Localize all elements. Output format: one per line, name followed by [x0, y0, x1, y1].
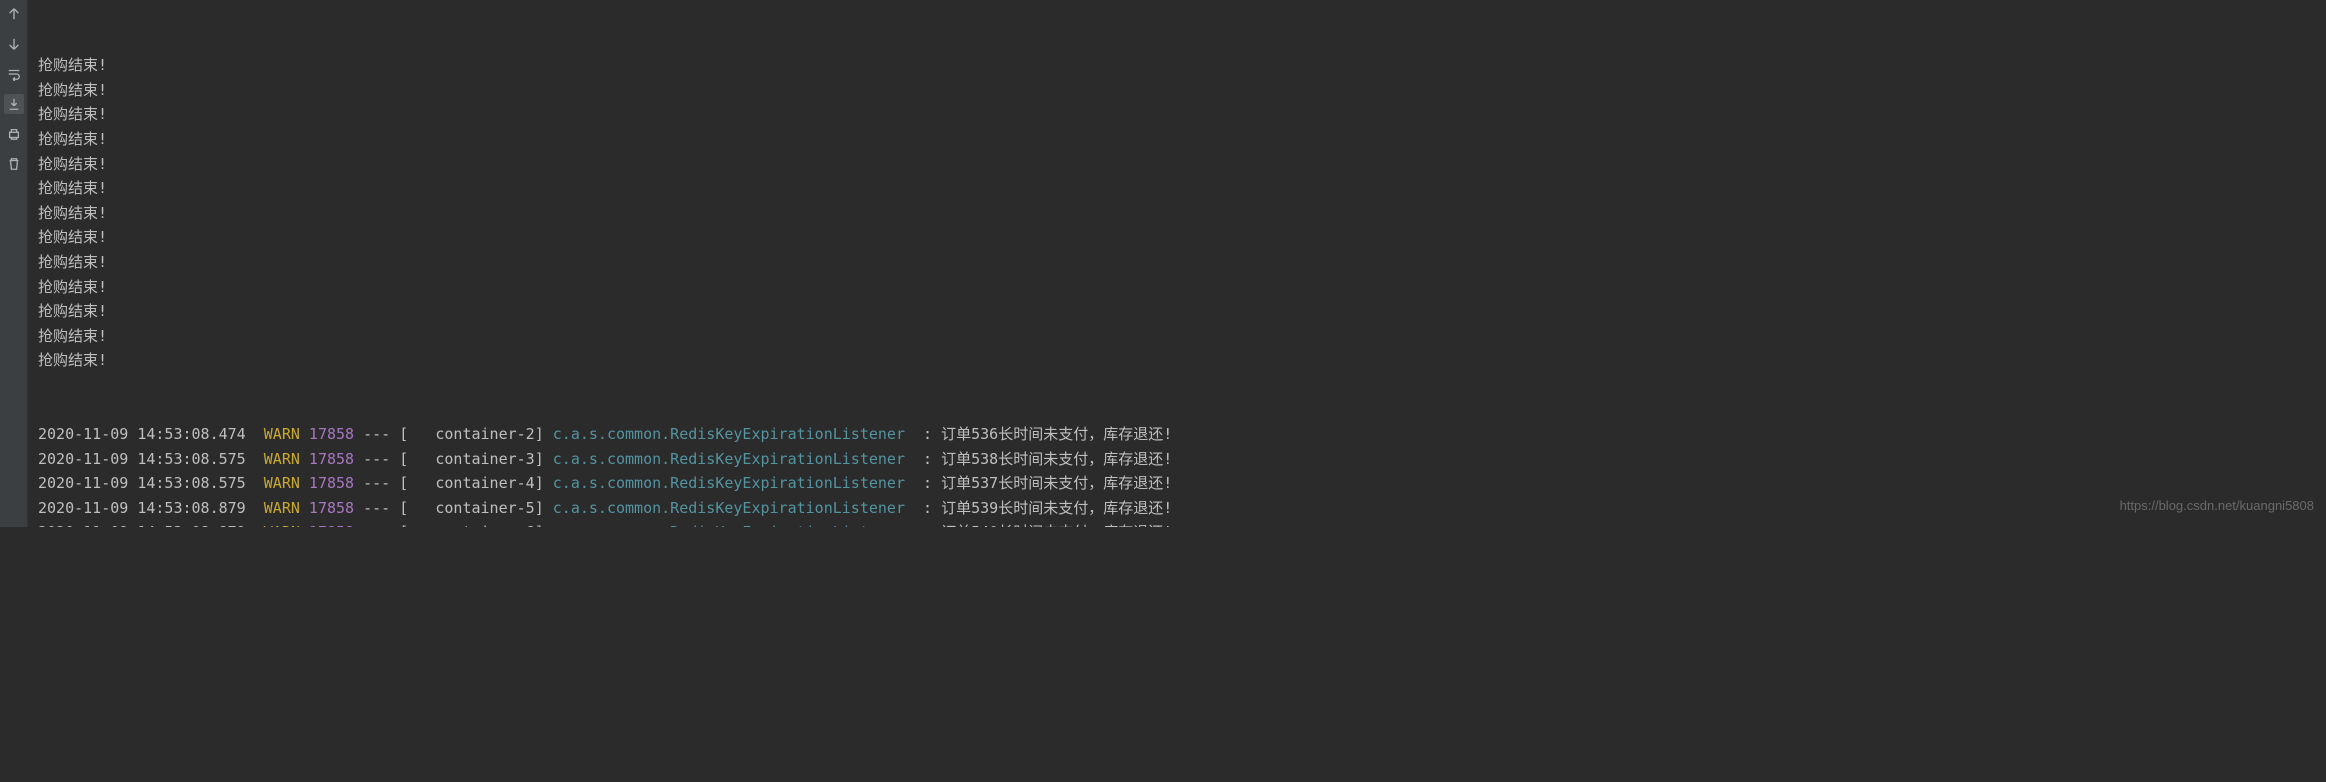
log-line: 抢购结束! — [38, 324, 2326, 349]
log-timestamp: 2020-11-09 14:53:08.575 — [38, 474, 264, 492]
log-timestamp: 2020-11-09 14:53:08.575 — [38, 450, 264, 468]
log-line: 抢购结束! — [38, 102, 2326, 127]
log-line: 抢购结束! — [38, 275, 2326, 300]
log-level: WARN — [264, 499, 300, 517]
log-thread: [ container-6] — [399, 523, 553, 527]
log-message: 订单537长时间未支付，库存退还! — [941, 474, 1172, 492]
log-line: 抢购结束! — [38, 78, 2326, 103]
log-pid: 17858 — [300, 425, 354, 443]
log-message: 订单539长时间未支付，库存退还! — [941, 499, 1172, 517]
log-line: 2020-11-09 14:53:08.879 WARN 17858 --- [… — [38, 520, 2326, 527]
log-pid: 17858 — [300, 499, 354, 517]
log-thread: [ container-2] — [399, 425, 553, 443]
trash-icon[interactable] — [4, 154, 24, 174]
log-timestamp: 2020-11-09 14:53:08.879 — [38, 523, 264, 527]
log-logger: c.a.s.common.RedisKeyExpirationListener — [553, 450, 905, 468]
arrow-down-icon[interactable] — [4, 34, 24, 54]
log-timestamp: 2020-11-09 14:53:08.879 — [38, 499, 264, 517]
watermark-text: https://blog.csdn.net/kuangni5808 — [2120, 494, 2314, 519]
log-line: 抢购结束! — [38, 225, 2326, 250]
log-pid: 17858 — [300, 474, 354, 492]
log-thread: [ container-5] — [399, 499, 553, 517]
log-thread: [ container-4] — [399, 474, 553, 492]
log-message: 订单536长时间未支付，库存退还! — [941, 425, 1172, 443]
log-line: 抢购结束! — [38, 201, 2326, 226]
scroll-to-end-icon[interactable] — [4, 94, 24, 114]
log-pid: 17858 — [300, 450, 354, 468]
log-line: 2020-11-09 14:53:08.474 WARN 17858 --- [… — [38, 422, 2326, 447]
log-level: WARN — [264, 450, 300, 468]
log-logger: c.a.s.common.RedisKeyExpirationListener — [553, 499, 905, 517]
log-line: 抢购结束! — [38, 348, 2326, 373]
log-message: 订单538长时间未支付，库存退还! — [941, 450, 1172, 468]
log-level: WARN — [264, 425, 300, 443]
log-separator: --- — [354, 474, 399, 492]
log-level: WARN — [264, 474, 300, 492]
log-separator: --- — [354, 425, 399, 443]
log-message: 订单540长时间未支付，库存退还! — [941, 523, 1172, 527]
log-pid: 17858 — [300, 523, 354, 527]
soft-wrap-icon[interactable] — [4, 64, 24, 84]
arrow-up-icon[interactable] — [4, 4, 24, 24]
log-line: 2020-11-09 14:53:08.575 WARN 17858 --- [… — [38, 471, 2326, 496]
log-line: 2020-11-09 14:53:08.879 WARN 17858 --- [… — [38, 496, 2326, 521]
log-timestamp: 2020-11-09 14:53:08.474 — [38, 425, 264, 443]
tool-sidebar — [0, 0, 28, 527]
log-thread: [ container-3] — [399, 450, 553, 468]
log-separator: --- — [354, 523, 399, 527]
print-icon[interactable] — [4, 124, 24, 144]
log-level: WARN — [264, 523, 300, 527]
log-line: 抢购结束! — [38, 176, 2326, 201]
log-line: 抢购结束! — [38, 250, 2326, 275]
log-line: 抢购结束! — [38, 152, 2326, 177]
log-line: 抢购结束! — [38, 53, 2326, 78]
log-logger: c.a.s.common.RedisKeyExpirationListener — [553, 425, 905, 443]
log-line: 抢购结束! — [38, 127, 2326, 152]
log-line: 2020-11-09 14:53:08.575 WARN 17858 --- [… — [38, 447, 2326, 472]
log-line: 抢购结束! — [38, 299, 2326, 324]
log-separator: --- — [354, 499, 399, 517]
log-separator: --- — [354, 450, 399, 468]
log-logger: c.a.s.common.RedisKeyExpirationListener — [553, 523, 905, 527]
log-logger: c.a.s.common.RedisKeyExpirationListener — [553, 474, 905, 492]
console-output[interactable]: 抢购结束!抢购结束!抢购结束!抢购结束!抢购结束!抢购结束!抢购结束!抢购结束!… — [28, 0, 2326, 527]
